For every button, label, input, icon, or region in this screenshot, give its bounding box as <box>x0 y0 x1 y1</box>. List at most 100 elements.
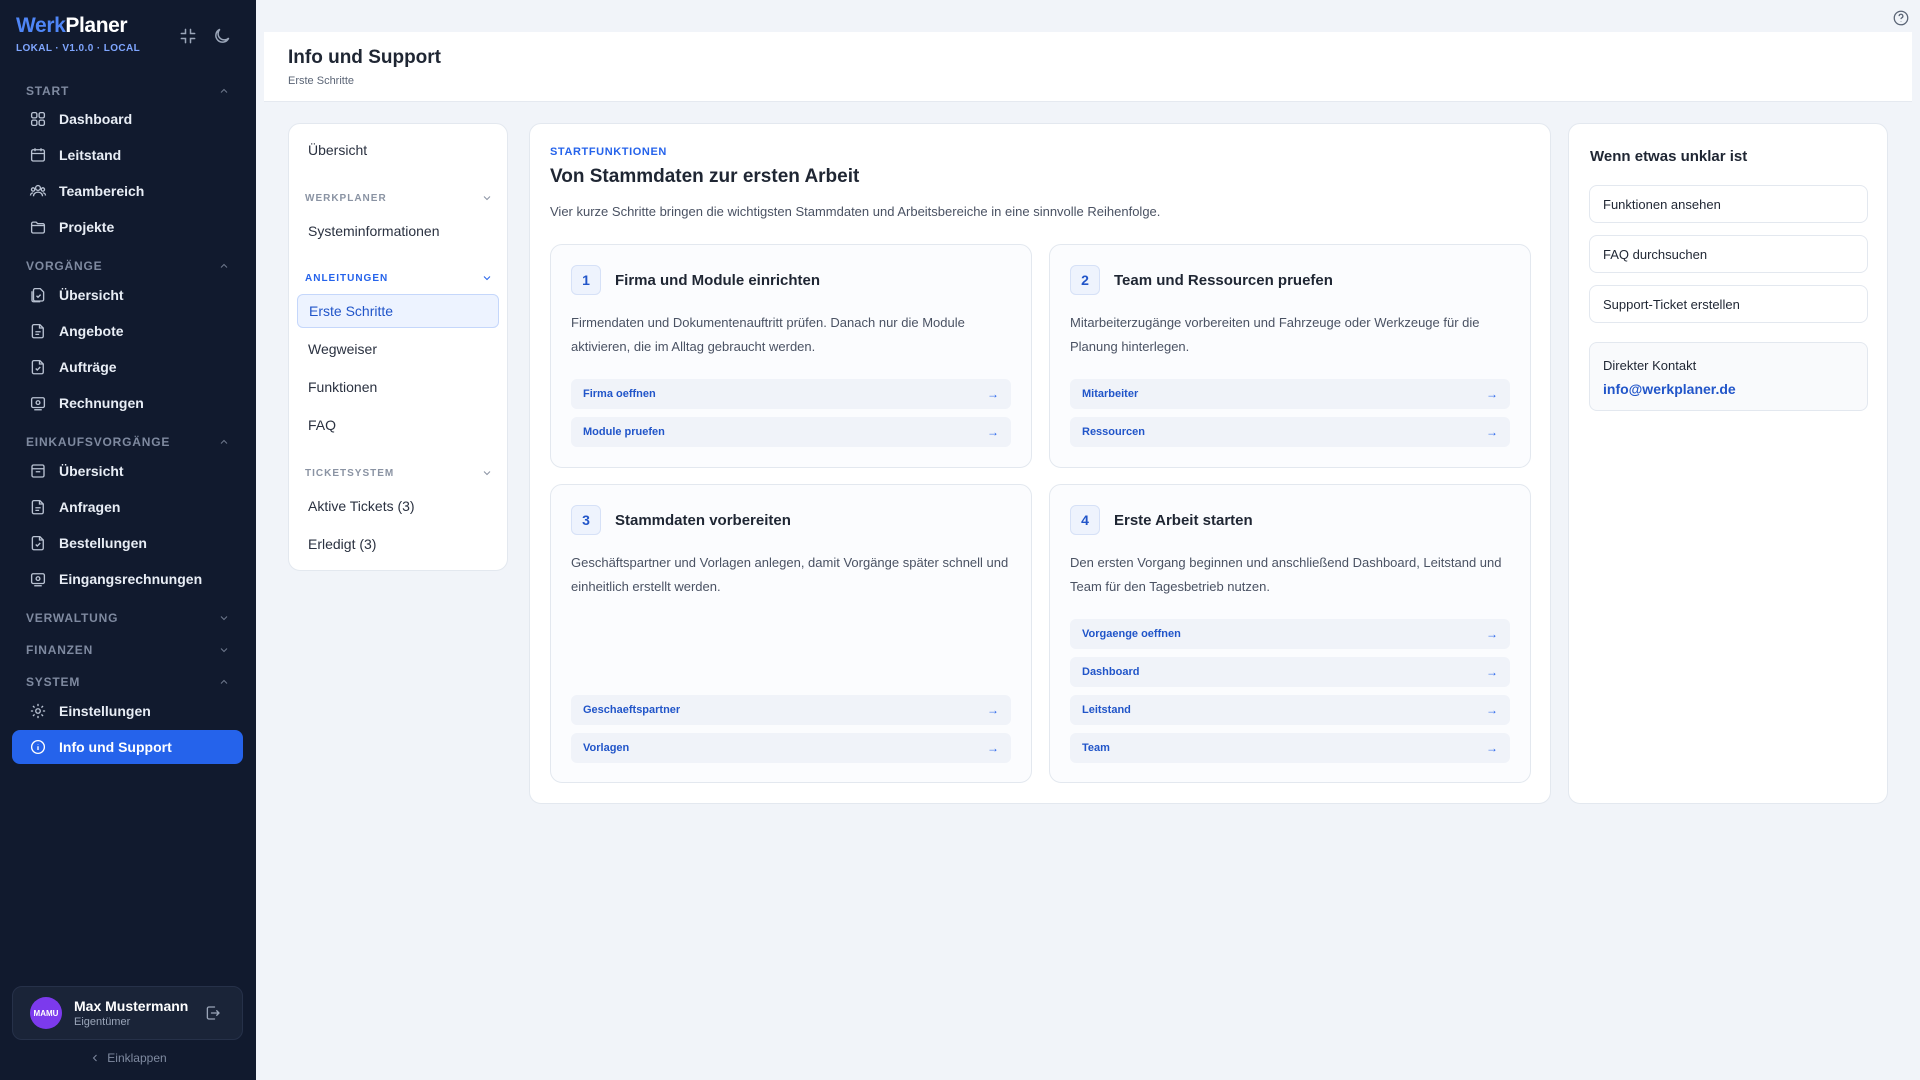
app-version: LOKAL · V1.0.0 · LOCAL <box>16 43 141 54</box>
section-label: ANLEITUNGEN <box>305 272 389 284</box>
link-vorgaenge-oeffnen[interactable]: Vorgaenge oeffnen → <box>1070 619 1510 649</box>
sidebar-item-label: Rechnungen <box>59 395 144 411</box>
subnav-section-ticketsystem[interactable]: TICKETSYSTEM <box>305 466 493 480</box>
chevron-down-icon <box>218 612 230 624</box>
link-vorlagen[interactable]: Vorlagen → <box>571 733 1011 763</box>
sidebar-item-label: Leitstand <box>59 147 122 163</box>
collapse-sidebar-button[interactable]: Einklappen <box>0 1049 256 1067</box>
subnav-item-uebersicht[interactable]: Übersicht <box>297 133 499 167</box>
contact-email-link[interactable]: info@werkplaner.de <box>1603 381 1736 397</box>
logout-icon[interactable] <box>204 1004 222 1022</box>
sidebar-item-projekte[interactable]: Projekte <box>12 210 243 244</box>
sidebar-item-teambereich[interactable]: Teambereich <box>12 174 243 208</box>
subnav-section-anleitungen[interactable]: ANLEITUNGEN <box>305 271 493 285</box>
link-dashboard[interactable]: Dashboard → <box>1070 657 1510 687</box>
subnav-item-wegweiser[interactable]: Wegweiser <box>297 332 499 366</box>
section-label: EINKAUFSVORGÄNGE <box>26 435 171 449</box>
document-icon <box>29 322 47 340</box>
link-team[interactable]: Team → <box>1070 733 1510 763</box>
link-label: Leitstand <box>1082 704 1131 716</box>
sidebar-item-dashboard[interactable]: Dashboard <box>12 102 243 136</box>
step-description: Den ersten Vorgang beginnen und anschlie… <box>1070 555 1502 594</box>
dark-mode-icon[interactable] <box>212 26 232 46</box>
chevron-down-icon <box>218 644 230 656</box>
link-mitarbeiter[interactable]: Mitarbeiter → <box>1070 379 1510 409</box>
document-icon <box>29 498 47 516</box>
step-description: Firmendaten und Dokumentenauftritt prüfe… <box>571 315 965 354</box>
document-check-icon <box>29 358 47 376</box>
sidebar-item-bestellungen[interactable]: Bestellungen <box>12 526 243 560</box>
subnav-item-aktive-tickets[interactable]: Aktive Tickets (3) <box>297 489 499 523</box>
link-geschaeftspartner[interactable]: Geschaeftspartner → <box>571 695 1011 725</box>
link-label: Vorlagen <box>583 742 630 754</box>
sidebar-item-einkauf-uebersicht[interactable]: Übersicht <box>12 454 243 488</box>
link-label: Geschaeftspartner <box>583 704 681 716</box>
sidebar-section-system[interactable]: SYSTEM <box>26 674 230 690</box>
link-module-pruefen[interactable]: Module pruefen → <box>571 417 1011 447</box>
subnav-item-faq[interactable]: FAQ <box>297 408 499 442</box>
user-role: Eigentümer <box>74 1016 131 1028</box>
compact-view-icon[interactable] <box>178 26 198 46</box>
sidebar-item-rechnungen[interactable]: Rechnungen <box>12 386 243 420</box>
sidebar-item-einstellungen[interactable]: Einstellungen <box>12 694 243 728</box>
support-ticket-button[interactable]: Support-Ticket erstellen <box>1589 285 1868 323</box>
brand-name-part1: Werk <box>16 14 66 37</box>
subnav-item-systeminformationen[interactable]: Systeminformationen <box>297 214 499 248</box>
section-description: Vier kurze Schritte bringen die wichtigs… <box>550 204 1161 219</box>
sidebar-item-label: Eingangsrechnungen <box>59 571 203 587</box>
getting-started-panel: STARTFUNKTIONEN Von Stammdaten zur erste… <box>529 123 1551 804</box>
faq-durchsuchen-button[interactable]: FAQ durchsuchen <box>1589 235 1868 273</box>
funktionen-ansehen-button[interactable]: Funktionen ansehen <box>1589 185 1868 223</box>
link-label: Module pruefen <box>583 426 665 438</box>
link-leitstand[interactable]: Leitstand → <box>1070 695 1510 725</box>
step-title: Team und Ressourcen pruefen <box>1114 272 1333 289</box>
sidebar-item-anfragen[interactable]: Anfragen <box>12 490 243 524</box>
grid-icon <box>29 110 47 128</box>
chevron-up-icon <box>218 676 230 688</box>
brand-logo[interactable]: WerkPlaner LOKAL · V1.0.0 · LOCAL <box>16 14 140 54</box>
chevron-down-icon <box>481 467 493 479</box>
step-card-1: 1 Firma und Module einrichten Firmendate… <box>550 244 1032 468</box>
sidebar-section-finanzen[interactable]: FINANZEN <box>26 642 230 658</box>
sidebar-item-eingangsrechnungen[interactable]: Eingangsrechnungen <box>12 562 243 596</box>
sidebar-section-einkauf[interactable]: EINKAUFSVORGÄNGE <box>26 434 230 450</box>
link-ressourcen[interactable]: Ressourcen → <box>1070 417 1510 447</box>
subnav-item-funktionen[interactable]: Funktionen <box>297 370 499 404</box>
sidebar-item-angebote[interactable]: Angebote <box>12 314 243 348</box>
brand-name: WerkPlaner <box>16 14 140 38</box>
step-description: Mitarbeiterzugänge vorbereiten und Fahrz… <box>1070 315 1480 354</box>
chevron-down-icon <box>481 272 493 284</box>
folder-icon <box>29 218 47 236</box>
sidebar-item-info-support[interactable]: Info und Support <box>12 730 243 764</box>
sidebar-section-verwaltung[interactable]: VERWALTUNG <box>26 610 230 626</box>
subnav-section-werkplaner[interactable]: WERKPLANER <box>305 191 493 205</box>
subnav-item-erledigt[interactable]: Erledigt (3) <box>297 527 499 561</box>
sidebar-item-label: Projekte <box>59 219 115 235</box>
help-icon[interactable] <box>1892 9 1910 27</box>
link-label: Ressourcen <box>1082 426 1145 438</box>
sidebar-section-start[interactable]: START <box>26 83 230 99</box>
sidebar-item-vorgaenge-uebersicht[interactable]: Übersicht <box>12 278 243 312</box>
step-number: 4 <box>1070 505 1100 535</box>
sidebar-item-label: Dashboard <box>59 111 133 127</box>
brand-name-part2: Planer <box>65 14 128 37</box>
user-card[interactable]: MAMU Max Mustermann Eigentümer <box>12 986 243 1040</box>
link-label: Mitarbeiter <box>1082 388 1139 400</box>
sidebar-item-label: Bestellungen <box>59 535 147 551</box>
sidebar-section-vorgaenge[interactable]: VORGÄNGE <box>26 258 230 274</box>
section-label: VORGÄNGE <box>26 259 103 273</box>
chevron-up-icon <box>218 436 230 448</box>
chevron-up-icon <box>218 260 230 272</box>
subnav-item-erste-schritte[interactable]: Erste Schritte <box>297 294 499 328</box>
section-label: START <box>26 84 70 98</box>
sidebar-item-auftraege[interactable]: Aufträge <box>12 350 243 384</box>
sidebar-item-leitstand[interactable]: Leitstand <box>12 138 243 172</box>
documents-icon <box>29 286 47 304</box>
step-number: 2 <box>1070 265 1100 295</box>
arrow-right-icon: → <box>1486 741 1498 755</box>
link-label: Dashboard <box>1082 666 1140 678</box>
link-firma-oeffnen[interactable]: Firma oeffnen → <box>571 379 1011 409</box>
contact-label: Direkter Kontakt <box>1603 358 1697 373</box>
sidebar: WerkPlaner LOKAL · V1.0.0 · LOCAL START … <box>0 0 256 1080</box>
section-label: WERKPLANER <box>305 192 387 204</box>
